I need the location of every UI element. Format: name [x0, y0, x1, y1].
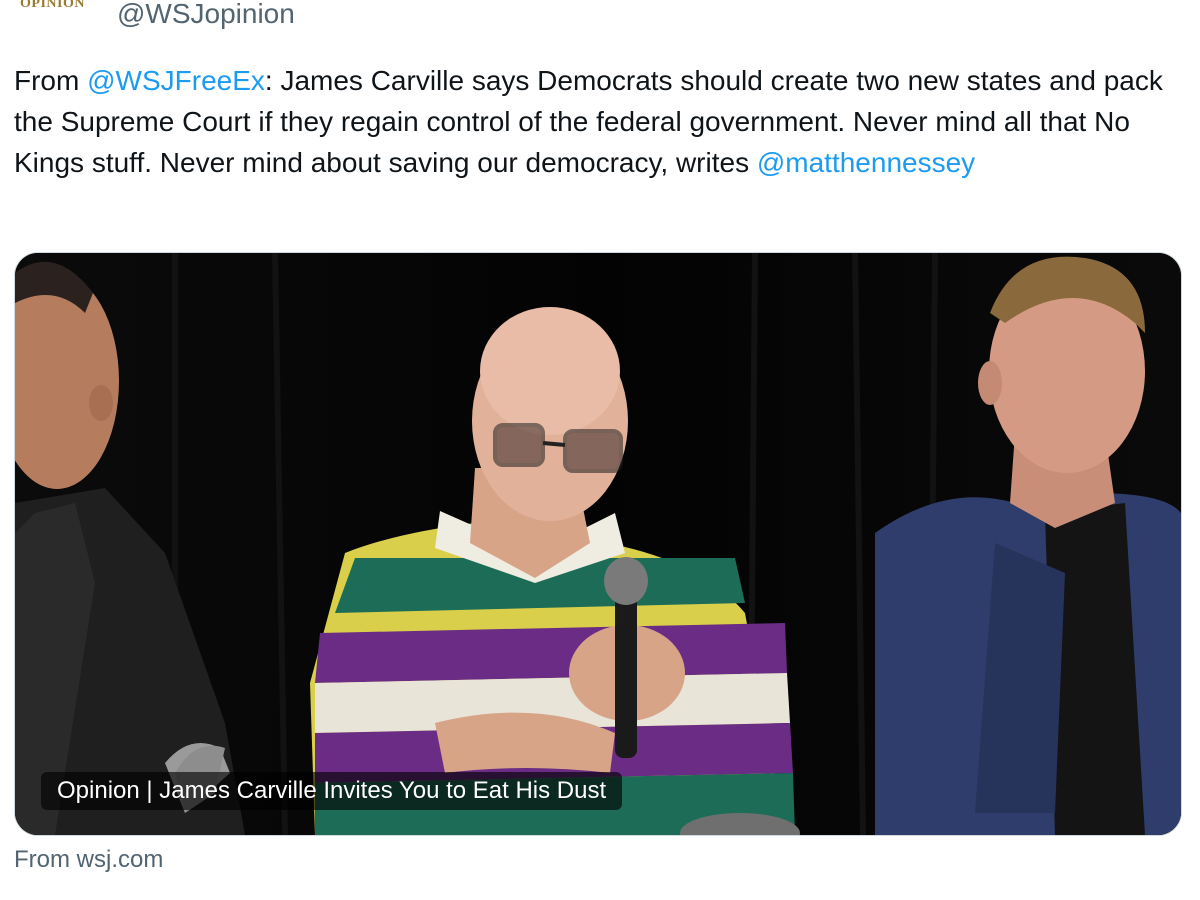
card-source[interactable]: From wsj.com: [14, 843, 163, 877]
link-preview-card[interactable]: Opinion | James Carville Invites You to …: [14, 252, 1182, 836]
mention-link-wsjfreeex[interactable]: @WSJFreeEx: [87, 65, 265, 96]
card-title: Opinion | James Carville Invites You to …: [57, 777, 607, 804]
card-title-overlay: Opinion | James Carville Invites You to …: [41, 772, 623, 810]
tweet-text-prefix: From: [14, 65, 88, 96]
account-avatar[interactable]: OPINION: [0, 0, 100, 22]
card-photo: [15, 253, 1181, 835]
mention-link-matthennessey[interactable]: @matthennessey: [757, 147, 975, 178]
account-handle[interactable]: @WSJopinion: [117, 0, 295, 34]
avatar-logo-text: OPINION: [20, 0, 85, 11]
tweet-text: From @WSJFreeEx: James Carville says Dem…: [14, 60, 1186, 183]
